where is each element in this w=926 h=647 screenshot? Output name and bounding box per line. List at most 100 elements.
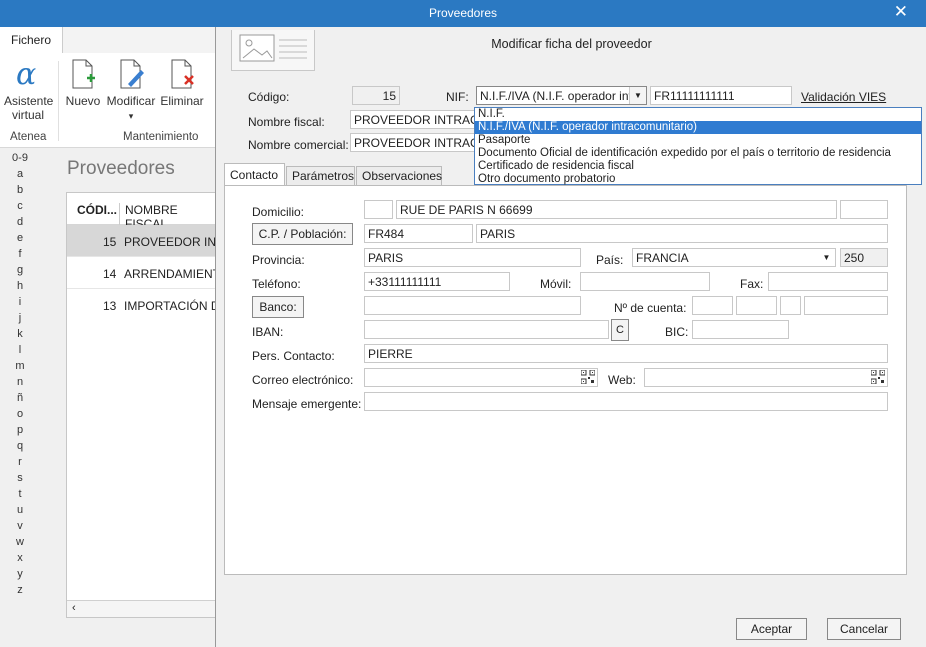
cp-field[interactable]: FR484 xyxy=(364,224,473,243)
mensaje-label: Mensaje emergente: xyxy=(252,397,362,411)
asistente-virtual-button[interactable]: α Asistente virtual xyxy=(4,58,54,122)
alphabet-filter-item[interactable]: l xyxy=(0,342,40,358)
mensaje-field[interactable] xyxy=(364,392,888,411)
tab-contacto[interactable]: Contacto xyxy=(224,163,285,186)
alphabet-filter-item[interactable]: x xyxy=(0,550,40,566)
nuevo-button[interactable]: Nuevo xyxy=(63,58,103,108)
alphabet-filter-item[interactable]: r xyxy=(0,454,40,470)
alphabet-filter-item[interactable]: n xyxy=(0,374,40,390)
tab-parametros[interactable]: Parámetros xyxy=(286,166,355,185)
alphabet-filter-item[interactable]: k xyxy=(0,326,40,342)
alphabet-filter-item[interactable]: v xyxy=(0,518,40,534)
domicilio-field[interactable]: RUE DE PARIS N 66699 xyxy=(396,200,837,219)
alphabet-filter-item[interactable]: e xyxy=(0,230,40,246)
web-field[interactable] xyxy=(644,368,888,387)
iban-calc-button[interactable]: C xyxy=(611,319,629,341)
correo-field[interactable] xyxy=(364,368,598,387)
nif-type-option[interactable]: Otro documento probatorio xyxy=(475,173,921,186)
asistente-label-2: virtual xyxy=(11,108,44,122)
alphabet-filter-item[interactable]: p xyxy=(0,422,40,438)
ribbon-separator xyxy=(58,61,59,141)
codigo-field[interactable]: 15 xyxy=(352,86,400,105)
vies-link[interactable]: Validación VIES xyxy=(801,90,886,104)
alphabet-filter-item[interactable]: b xyxy=(0,182,40,198)
telefono-field[interactable]: +33111111111 xyxy=(364,272,510,291)
bic-label: BIC: xyxy=(665,325,689,339)
table-header: CÓDI... NOMBRE FISCAL xyxy=(67,193,215,231)
pais-value: FRANCIA xyxy=(636,251,689,265)
pais-select[interactable]: FRANCIA ▼ xyxy=(632,248,836,267)
alphabet-filter-item[interactable]: f xyxy=(0,246,40,262)
nif-type-option[interactable]: Certificado de residencia fiscal xyxy=(475,160,921,173)
cuenta-oficina-field[interactable] xyxy=(736,296,777,315)
alphabet-filter-item[interactable]: j xyxy=(0,310,40,326)
alphabet-filter-item[interactable]: c xyxy=(0,198,40,214)
nif-type-select[interactable]: N.I.F./IVA (N.I.F. operador int ▼ xyxy=(476,86,647,105)
contacto-field[interactable]: PIERRE xyxy=(364,344,888,363)
alphabet-filter-item[interactable]: y xyxy=(0,566,40,582)
nif-field[interactable]: FR11111111111 xyxy=(650,86,792,105)
aceptar-button[interactable]: Aceptar xyxy=(736,618,807,640)
pais-code-field[interactable]: 250 xyxy=(840,248,888,267)
chevron-down-icon[interactable]: ▼ xyxy=(818,249,835,266)
table-row[interactable]: 13 IMPORTACIÓN D xyxy=(67,289,215,321)
column-header-code[interactable]: CÓDI... xyxy=(77,203,117,217)
alphabet-filter-item[interactable]: z xyxy=(0,582,40,598)
alphabet-filter-item[interactable]: o xyxy=(0,406,40,422)
poblacion-field[interactable]: PARIS xyxy=(476,224,888,243)
provincia-field[interactable]: PARIS xyxy=(364,248,581,267)
bic-field[interactable] xyxy=(692,320,789,339)
horizontal-scrollbar[interactable]: ‹ xyxy=(67,600,215,617)
tab-observaciones[interactable]: Observaciones xyxy=(356,166,442,185)
domicilio-number-field[interactable] xyxy=(840,200,888,219)
modificar-button[interactable]: Modificar ▾ xyxy=(104,58,158,122)
alphabet-filter-item[interactable]: a xyxy=(0,166,40,182)
alphabet-filter-item[interactable]: u xyxy=(0,502,40,518)
atenea-icon: α xyxy=(16,58,36,90)
new-document-icon xyxy=(72,59,95,89)
alphabet-filter-item[interactable]: t xyxy=(0,486,40,502)
alphabet-filter: 0-9 a b c d e f g h i j k l m n ñ o p q r s t u v w x y z xyxy=(0,150,40,610)
alphabet-filter-item[interactable]: ñ xyxy=(0,390,40,406)
row-code: 15 xyxy=(103,235,117,249)
domicilio-type-field[interactable] xyxy=(364,200,393,219)
nif-label: NIF: xyxy=(446,90,469,104)
nif-type-option[interactable]: N.I.F./IVA (N.I.F. operador intracomunit… xyxy=(475,121,921,134)
iban-field[interactable] xyxy=(364,320,609,339)
cp-poblacion-button[interactable]: C.P. / Población: xyxy=(252,223,353,245)
cuenta-numero-field[interactable] xyxy=(804,296,888,315)
svg-text:α: α xyxy=(16,58,36,90)
banco-button[interactable]: Banco: xyxy=(252,296,304,318)
edit-document-icon xyxy=(120,59,144,89)
alphabet-filter-item[interactable]: q xyxy=(0,438,40,454)
cuenta-dc-field[interactable] xyxy=(780,296,801,315)
menu-tab-fichero[interactable]: Fichero xyxy=(0,27,63,53)
fax-field[interactable] xyxy=(768,272,888,291)
dialog-title: Modificar ficha del proveedor xyxy=(491,37,652,51)
table-row[interactable]: 15 PROVEEDOR INTRACOMUNITARIO xyxy=(67,225,215,257)
chevron-down-icon[interactable]: ▼ xyxy=(629,87,646,104)
movil-field[interactable] xyxy=(580,272,710,291)
asistente-label-1: Asistente xyxy=(4,94,54,108)
qr-code-icon[interactable] xyxy=(581,370,595,384)
eliminar-button[interactable]: Eliminar xyxy=(160,58,204,108)
table-row[interactable]: 14 ARRENDAMIENTO xyxy=(67,257,215,289)
eliminar-label: Eliminar xyxy=(160,94,204,108)
alphabet-filter-item[interactable]: s xyxy=(0,470,40,486)
alphabet-filter-item[interactable]: d xyxy=(0,214,40,230)
alphabet-filter-item[interactable]: m xyxy=(0,358,40,374)
nif-type-option[interactable]: N.I.F. xyxy=(475,108,921,121)
alphabet-filter-item[interactable]: g xyxy=(0,262,40,278)
close-icon[interactable]: ✕ xyxy=(894,2,908,22)
cuenta-entidad-field[interactable] xyxy=(692,296,733,315)
scroll-left-icon[interactable]: ‹ xyxy=(72,602,76,614)
qr-code-icon[interactable] xyxy=(871,370,885,384)
nif-type-option[interactable]: Documento Oficial de identificación expe… xyxy=(475,147,921,160)
banco-field[interactable] xyxy=(364,296,581,315)
alphabet-filter-item[interactable]: i xyxy=(0,294,40,310)
alphabet-filter-item[interactable]: w xyxy=(0,534,40,550)
nif-type-option[interactable]: Pasaporte xyxy=(475,134,921,147)
alphabet-filter-item[interactable]: h xyxy=(0,278,40,294)
cancelar-button[interactable]: Cancelar xyxy=(827,618,901,640)
alphabet-filter-item[interactable]: 0-9 xyxy=(0,150,40,166)
